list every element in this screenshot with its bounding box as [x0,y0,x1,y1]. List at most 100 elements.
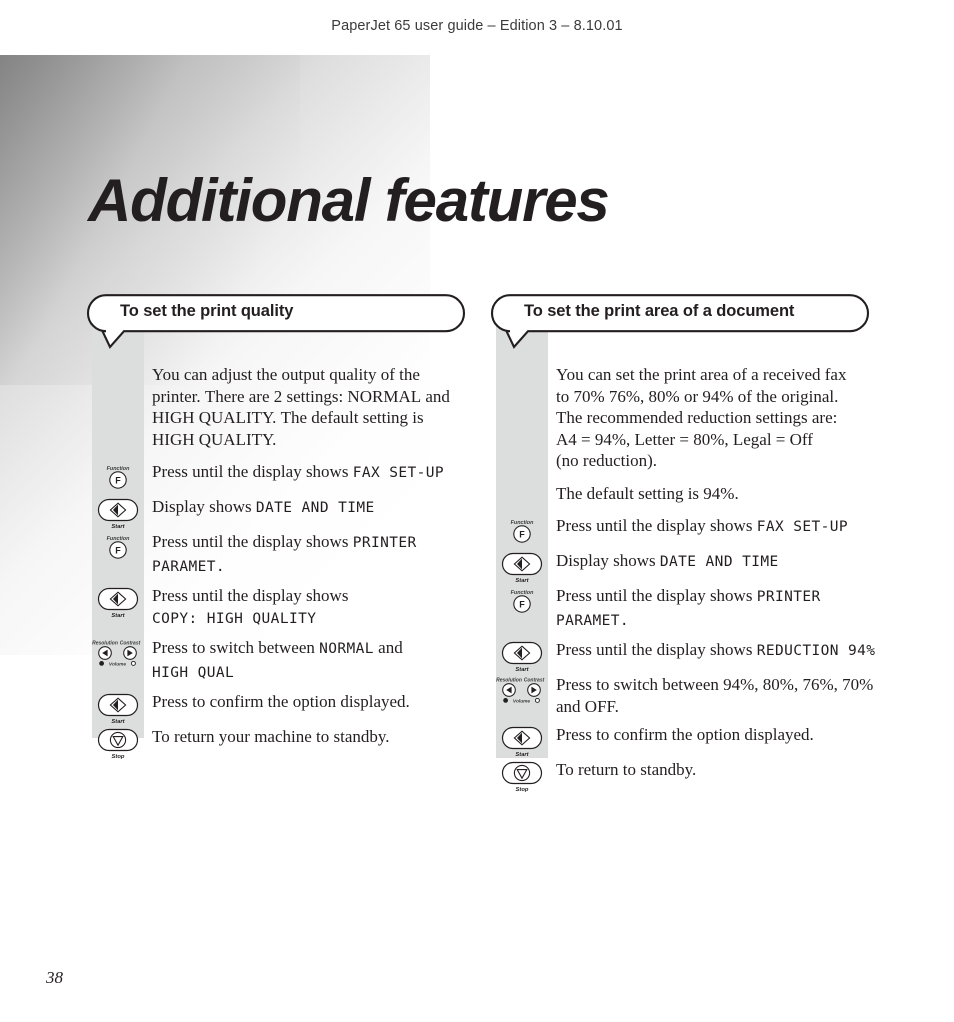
resolution-contrast-arrows-icon[interactable]: Resolution Contrast Volume [92,637,144,671]
instruction-step: Resolution Contrast Volume Press to switch … [496,674,876,717]
body-text: Press to switch between 94%, 80%, 76%, 7… [556,675,874,694]
text-line: Press to switch between 94%, 80%, 76%, 7… [556,674,876,696]
display-text: COPY: HIGH QUALITY [152,610,317,627]
display-text: REDUCTION 94% [756,643,876,659]
section-heading: To set the print quality [120,302,294,320]
text-line: to 70% 76%, 80% or 94% of the original. [556,386,876,408]
text-line: Press to switch between NORMAL and [152,637,472,661]
body-text: Press to switch between [152,638,320,657]
paragraph: You can adjust the output quality of the… [152,364,472,450]
svg-text:Start: Start [111,719,125,725]
body-text: To return your machine to standby. [152,727,390,746]
body-text: Press until the display shows [152,532,353,551]
text-line: Press until the display shows [152,585,472,607]
function-button-icon[interactable]: Function F [496,585,548,619]
svg-text:Resolution: Resolution [496,678,522,684]
body-text: HIGH QUALITY. The default setting is [152,408,424,427]
body-text: and OFF. [556,696,619,716]
body-text: Press until the display shows [556,516,757,535]
svg-text:Contrast: Contrast [120,641,141,647]
svg-text:F: F [519,599,525,609]
step-text: Press to switch between NORMAL and HIGH Q… [152,637,472,684]
text-line: Press until the display shows PRINTER [556,585,876,609]
instruction-step: Function F Press until the display shows P… [92,531,472,578]
svg-text:Stop: Stop [112,754,125,760]
start-button-icon[interactable]: Start [92,691,144,725]
page-title: Additional features [88,167,610,235]
text-line: (no reduction). [556,450,876,472]
text-line: Press until the display shows FAX SET-UP [152,461,472,485]
display-text: PARAMET. [556,612,630,629]
display-text: PARAMET. [152,558,226,575]
resolution-contrast-arrows-icon[interactable]: Resolution Contrast Volume [496,674,548,708]
display-text: PRINTER [756,589,821,605]
start-button-icon[interactable]: Start [496,639,548,673]
svg-text:Function: Function [107,536,130,542]
start-button-icon[interactable]: Start [92,496,144,530]
step-text: Display shows DATE AND TIME [556,550,876,574]
text-line: HIGH QUAL [152,661,472,685]
start-button-icon[interactable]: Start [496,724,548,758]
body-text: Press to confirm the option displayed. [556,725,814,744]
svg-text:Function: Function [107,466,130,472]
text-line: HIGH QUALITY. The default setting is [152,407,472,429]
text-line: You can adjust the output quality of the [152,364,472,386]
svg-text:Resolution: Resolution [92,641,118,647]
body-text: You can set the print area of a received… [556,365,847,384]
step-text: Press to confirm the option displayed. [152,691,472,713]
svg-text:Volume: Volume [513,698,530,704]
display-text: PRINTER [352,535,417,551]
stop-button-icon[interactable]: Stop [496,759,548,793]
text-line: The recommended reduction settings are: [556,407,876,429]
function-button-icon[interactable]: Function F [92,461,144,495]
text-line: and OFF. [556,696,876,718]
instruction-step: Start Press until the display shows REDUC… [496,639,876,673]
body-text: You can adjust the output quality of the [152,365,420,384]
text-line: The default setting is 94%. [556,483,876,505]
instruction-step: Stop To return your machine to standby. [92,726,472,760]
svg-text:Start: Start [515,667,529,673]
svg-text:Stop: Stop [516,787,529,793]
text-line: To return to standby. [556,759,876,781]
body-text: A4 = 94%, Letter = 80%, Legal = Off [556,429,813,449]
step-text: Press until the display shows FAX SET-UP [556,515,876,539]
svg-text:Start: Start [515,752,529,758]
display-text: FAX SET-UP [756,519,849,535]
text-line: PARAMET. [556,609,876,633]
text-line: COPY: HIGH QUALITY [152,607,472,631]
paragraph: You can set the print area of a received… [556,364,876,472]
text-line: Press until the display shows FAX SET-UP [556,515,876,539]
column-body: You can adjust the output quality of the… [92,364,472,761]
function-button-icon[interactable]: Function F [496,515,548,549]
svg-text:Function: Function [511,520,534,526]
page-number: 38 [46,968,63,987]
body-text: Press until the display shows [152,462,353,481]
running-head: PaperJet 65 user guide – Edition 3 – 8.1… [331,18,623,34]
instruction-step: Start Display shows DATE AND TIME [496,550,876,584]
body-text: The default setting is 94%. [556,483,739,503]
step-text: Press until the display shows REDUCTION … [556,639,876,663]
stop-button-icon[interactable]: Stop [92,726,144,760]
text-line: Press to confirm the option displayed. [556,724,876,746]
instruction-step: Function F Press until the display shows P… [496,585,876,632]
step-text: Press to switch between 94%, 80%, 76%, 7… [556,674,876,717]
function-button-icon[interactable]: Function F [92,531,144,565]
body-text: Press until the display shows [152,586,349,605]
start-button-icon[interactable]: Start [496,550,548,584]
text-line: Display shows DATE AND TIME [556,550,876,574]
body-text: to 70% 76%, 80% or 94% of the original. [556,386,839,406]
step-text: Press until the display shows PRINTER PAR… [152,531,472,578]
text-line: Press until the display shows PRINTER [152,531,472,555]
body-text: Press until the display shows [556,586,757,605]
svg-text:Start: Start [515,578,529,584]
display-text: DATE AND TIME [255,500,375,516]
body-text: Display shows [556,551,660,570]
column-body: You can set the print area of a received… [496,364,876,794]
svg-text:Contrast: Contrast [524,678,545,684]
step-text: Press to confirm the option displayed. [556,724,876,746]
display-text: FAX SET-UP [352,465,445,481]
step-text: To return your machine to standby. [152,726,472,748]
svg-text:Start: Start [111,613,125,619]
step-text: Press until the display shows PRINTER PAR… [556,585,876,632]
start-button-icon[interactable]: Start [92,585,144,619]
